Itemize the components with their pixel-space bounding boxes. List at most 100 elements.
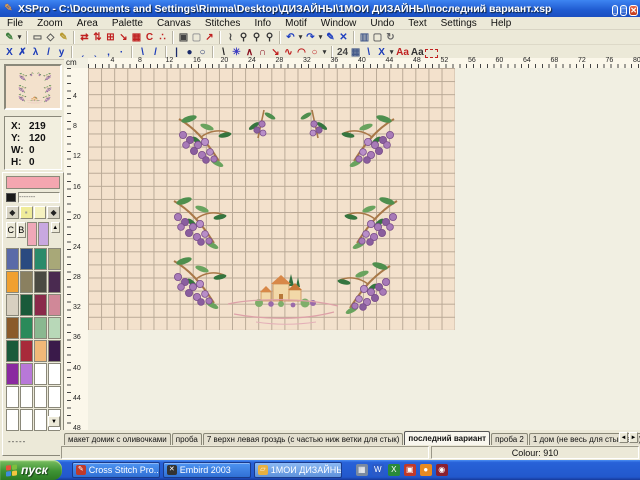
menu-item-undo[interactable]: Undo <box>363 18 401 29</box>
full-cross-stitch-icon[interactable]: X <box>3 46 16 59</box>
resize-motif-icon[interactable]: ↘ <box>117 31 130 44</box>
undo-icon[interactable]: ↶ <box>284 31 297 44</box>
maximize-button[interactable]: □ <box>620 5 627 16</box>
taskbar-window-button[interactable]: ✕Embird 2003 <box>163 462 251 478</box>
app-orange-icon[interactable]: ● <box>420 464 432 476</box>
minimize-button[interactable]: _ <box>612 5 618 16</box>
blend-left-button[interactable]: ◆ <box>6 206 19 219</box>
thread-icon[interactable]: ≀ <box>224 31 237 44</box>
title-bar[interactable]: ✎ XSPro - C:\Documents and Settings\Rimm… <box>0 0 640 17</box>
palette-color-swatch[interactable] <box>20 340 33 362</box>
petite-stitch-4-icon[interactable]: · <box>115 46 128 59</box>
palette-color-swatch[interactable] <box>20 363 33 385</box>
delete-icon[interactable]: ✕ <box>337 31 350 44</box>
palette-color-swatch[interactable] <box>34 340 47 362</box>
palette-color-swatch[interactable] <box>6 386 19 408</box>
menu-item-info[interactable]: Info <box>247 18 278 29</box>
palette-color-swatch[interactable] <box>48 340 61 362</box>
palette-color-swatch[interactable] <box>34 248 47 270</box>
menu-item-window[interactable]: Window <box>314 18 364 29</box>
palette-scroll-down[interactable]: ▼ <box>48 416 60 427</box>
palette-color-swatch[interactable] <box>6 271 19 293</box>
palette-color-swatch[interactable] <box>6 294 19 316</box>
edit-pencil-icon[interactable]: ✎ <box>324 31 337 44</box>
draw-tool-icon[interactable]: ✎ <box>3 31 16 44</box>
palette-color-swatch[interactable] <box>6 317 19 339</box>
palette-color-swatch[interactable] <box>34 386 47 408</box>
backstitch-right-icon[interactable]: / <box>149 46 162 59</box>
current-color-swatch[interactable] <box>6 176 60 189</box>
menu-item-text[interactable]: Text <box>401 18 433 29</box>
palette-color-swatch[interactable] <box>48 248 61 270</box>
palette-color-swatch[interactable] <box>34 294 47 316</box>
word-icon[interactable]: W <box>372 464 384 476</box>
zoom-in-icon[interactable]: ⚲ <box>237 31 250 44</box>
app-maroon-icon[interactable]: ◉ <box>436 464 448 476</box>
color-name-field[interactable]: ------- <box>18 192 60 203</box>
text-red-icon[interactable]: Aa <box>395 46 410 59</box>
palette-color-swatch[interactable] <box>20 409 33 431</box>
palette-color-swatch[interactable] <box>48 294 61 316</box>
taskbar-window-button[interactable]: ✎Cross Stitch Pro... <box>72 462 160 478</box>
design-tab[interactable]: макет домик с оливочками <box>64 433 171 445</box>
palette-color-swatch[interactable] <box>34 363 47 385</box>
flip-horizontal-icon[interactable]: ⇄ <box>78 31 91 44</box>
calculator-icon[interactable]: ▦ <box>356 464 368 476</box>
design-tab[interactable]: проба <box>172 433 202 445</box>
palette-color-swatch[interactable] <box>48 363 61 385</box>
selection-box-icon[interactable] <box>425 49 438 58</box>
menu-item-canvas[interactable]: Canvas <box>150 18 198 29</box>
tab-scroll-right-button[interactable]: ► <box>629 432 638 443</box>
pointer-icon[interactable]: ↗ <box>203 31 216 44</box>
menu-item-file[interactable]: File <box>0 18 30 29</box>
quarter-cross-icon[interactable]: y <box>55 46 68 59</box>
app-red-icon[interactable]: ▣ <box>404 464 416 476</box>
palette-color-swatch[interactable] <box>48 386 61 408</box>
palette-scroll-up[interactable]: ▲ <box>51 222 61 233</box>
special-stitch-3-icon[interactable]: ∩ <box>256 46 269 59</box>
start-button[interactable]: пуск <box>0 460 62 480</box>
excel-icon[interactable]: X <box>388 464 400 476</box>
palette-color-swatch[interactable] <box>20 317 33 339</box>
design-tab[interactable]: 7 верхн левая гроздь (с частью ниж ветки… <box>203 433 404 445</box>
petite-stitch-1-icon[interactable]: ˏ <box>76 46 89 59</box>
select-rect-icon[interactable]: ▭ <box>31 31 44 44</box>
half-stitch-alt-icon[interactable]: / <box>42 46 55 59</box>
design-tab[interactable]: проба 2 <box>491 433 528 445</box>
half-stitch-icon[interactable]: λ <box>29 46 42 59</box>
menu-item-palette[interactable]: Palette <box>105 18 150 29</box>
palette-color-swatch[interactable] <box>48 317 61 339</box>
menu-item-zoom[interactable]: Zoom <box>30 18 70 29</box>
close-button[interactable]: ✕ <box>629 5 638 16</box>
black-color-swatch[interactable] <box>6 193 16 202</box>
palette-color-swatch[interactable] <box>6 409 19 431</box>
pattern-preview[interactable] <box>4 64 62 110</box>
fill-pattern-icon[interactable]: ▦ <box>130 31 143 44</box>
design-tab[interactable]: последний вариант <box>404 431 490 445</box>
three-quarter-stitch-icon[interactable]: ✗ <box>16 46 29 59</box>
menu-item-area[interactable]: Area <box>70 18 105 29</box>
taskbar-window-button[interactable]: ▱1МОИ ДИЗАЙНЫ <box>254 462 342 478</box>
select-polygon-icon[interactable]: ◇ <box>44 31 57 44</box>
palette-color-swatch[interactable] <box>6 363 19 385</box>
header-swatch[interactable] <box>27 222 37 246</box>
rotate-page-icon[interactable]: ↻ <box>384 31 397 44</box>
redo-dropdown[interactable]: ▾ <box>317 31 324 44</box>
palette-color-swatch[interactable] <box>34 409 47 431</box>
tab-scroll-left-button[interactable]: ◄ <box>619 432 628 443</box>
stitch-canvas[interactable] <box>88 68 455 330</box>
palette-color-swatch[interactable] <box>20 248 33 270</box>
zoom-fit-icon[interactable]: ⚲ <box>263 31 276 44</box>
menu-item-help[interactable]: Help <box>484 18 519 29</box>
draw-tool-dropdown[interactable]: ▾ <box>16 31 23 44</box>
palette-color-swatch[interactable] <box>6 248 19 270</box>
undo-dropdown[interactable]: ▾ <box>297 31 304 44</box>
blend-right-button[interactable]: ◆ <box>47 206 60 219</box>
palette-color-swatch[interactable] <box>20 386 33 408</box>
palette-color-swatch[interactable] <box>34 271 47 293</box>
circle-stitch-dropdown[interactable]: ▾ <box>321 46 328 59</box>
scatter-icon[interactable]: ∴ <box>156 31 169 44</box>
column-label-b[interactable]: B <box>17 222 27 238</box>
redo-icon[interactable]: ↷ <box>304 31 317 44</box>
palette-color-swatch[interactable] <box>6 340 19 362</box>
